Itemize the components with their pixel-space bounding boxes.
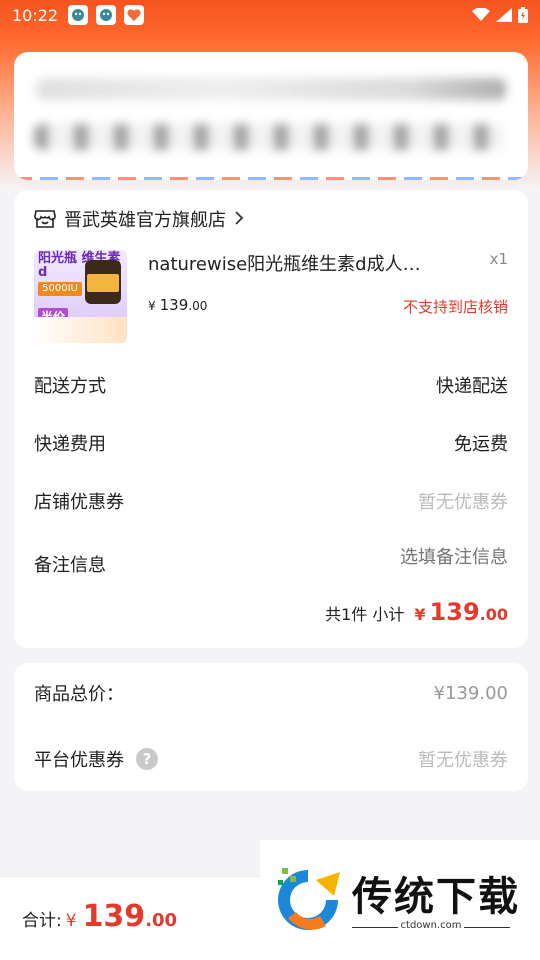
notification-app-icon	[68, 5, 89, 25]
shop-coupon-label: 店铺优惠券	[34, 492, 124, 513]
product-pickup-note: 不支持到店核销	[402, 298, 508, 316]
goods-total-label: 商品总价：	[34, 684, 124, 705]
shipping-fee-value: 免运费	[454, 434, 508, 455]
product-title[interactable]: naturewise阳光瓶维生素d成人…	[148, 250, 438, 276]
total-label: 合计:	[22, 911, 62, 931]
delivery-method-row[interactable]: 配送方式 快递配送	[34, 371, 508, 399]
total-currency: ¥	[65, 911, 77, 931]
price-integer: 139	[159, 296, 189, 314]
heart-app-icon	[124, 5, 145, 25]
battery-icon	[518, 7, 528, 23]
product-bottle-label	[87, 274, 119, 292]
address-card[interactable]	[14, 52, 528, 180]
shop-coupon-row[interactable]: 店铺优惠券 暂无优惠券	[34, 487, 508, 515]
address-detail-blurred	[34, 124, 504, 150]
subtotal-integer: 139	[429, 598, 480, 626]
watermark-text: 传统下载	[352, 874, 520, 920]
order-total: 合计: ¥ 139 .00	[22, 899, 177, 934]
product-image-band	[34, 317, 127, 343]
platform-coupon-value: 暂无优惠券	[418, 750, 508, 771]
remark-row: 备注信息	[34, 546, 508, 578]
remark-label: 备注信息	[34, 555, 106, 576]
help-icon[interactable]: ?	[136, 748, 158, 770]
price-decimal: .00	[188, 299, 208, 313]
remark-input[interactable]	[288, 546, 508, 568]
shop-icon	[34, 210, 56, 228]
subtotal: 共1件 小计 ¥ 139 .00	[325, 598, 508, 626]
product-image[interactable]: 阳光瓶 维生素d 5000IU 半价	[34, 250, 127, 343]
platform-coupon-row[interactable]: 平台优惠券 ? 暂无优惠券	[34, 745, 508, 773]
product-image-badge: 5000IU	[38, 282, 82, 296]
watermark-logo: 传统下载 ctdown.com	[260, 840, 540, 960]
shop-coupon-value: 暂无优惠券	[418, 492, 508, 513]
subtotal-decimal: .00	[479, 605, 508, 624]
status-time: 10:22	[12, 5, 59, 25]
order-card: 晋武英雄官方旗舰店 阳光瓶 维生素d 5000IU 半价 naturewise阳…	[14, 190, 528, 648]
product-quantity: x1	[489, 250, 508, 268]
status-bar: 10:22	[0, 0, 540, 30]
chevron-right-icon	[234, 210, 244, 229]
status-icons	[472, 7, 528, 23]
goods-total-value: ¥139.00	[433, 682, 508, 704]
wifi-icon	[472, 8, 490, 21]
signal-icon	[496, 8, 512, 22]
subtotal-currency: ¥	[414, 605, 426, 624]
shipping-fee-label: 快递费用	[34, 434, 106, 455]
delivery-method-value: 快递配送	[436, 376, 508, 397]
subtotal-text: 共1件 小计	[325, 605, 405, 624]
goods-total-row: 商品总价： ¥139.00	[34, 679, 508, 707]
platform-coupon-label: 平台优惠券	[34, 750, 124, 771]
product-price: ¥139.00	[148, 296, 207, 314]
shop-name: 晋武英雄官方旗舰店	[64, 210, 226, 231]
address-stripe-divider	[14, 177, 528, 180]
watermark-line	[464, 927, 510, 928]
summary-card: 商品总价： ¥139.00 平台优惠券 ? 暂无优惠券	[14, 663, 528, 791]
download-logo-icon	[278, 868, 340, 930]
delivery-method-label: 配送方式	[34, 376, 106, 397]
address-line-blurred	[36, 78, 506, 100]
shop-header[interactable]: 晋武英雄官方旗舰店	[34, 206, 244, 232]
notification-app-icon	[96, 5, 117, 25]
total-decimal: .00	[145, 910, 178, 931]
price-currency: ¥	[148, 299, 156, 313]
watermark-url: ctdown.com	[400, 920, 462, 931]
total-integer: 139	[82, 899, 146, 934]
shipping-fee-row: 快递费用 免运费	[34, 429, 508, 457]
